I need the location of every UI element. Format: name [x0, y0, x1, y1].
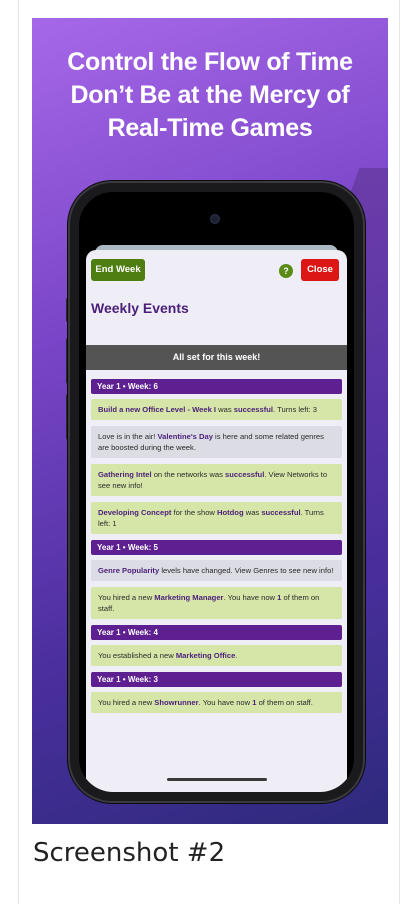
event-highlight: Hotdog	[217, 508, 244, 517]
event-highlight: Marketing Manager	[154, 593, 224, 602]
event-highlight: Marketing Office	[175, 651, 236, 660]
event-highlight: Gathering Intel	[98, 470, 152, 479]
event-item: Genre Popularity levels have changed. Vi…	[91, 560, 342, 581]
camera-icon	[210, 214, 220, 224]
headline-line-2: Don’t Be at the Mercy of	[70, 81, 350, 109]
end-week-button[interactable]: End Week	[91, 259, 145, 281]
headline-line-1: Control the Flow of Time	[67, 48, 353, 76]
phone-screen: End Week ? Close Weekly Events All set f…	[79, 192, 354, 792]
event-highlight: Developing Concept	[98, 508, 172, 517]
event-text: You established a new	[98, 651, 176, 660]
event-item: Developing Concept for the show Hotdog w…	[91, 502, 342, 534]
event-text: .	[235, 651, 238, 660]
close-button[interactable]: Close	[301, 259, 339, 281]
event-text: You hired a new	[98, 593, 155, 602]
event-text: on the networks was	[151, 470, 226, 479]
page-title: Weekly Events	[91, 300, 189, 316]
event-highlight: successful	[261, 508, 301, 517]
help-icon[interactable]: ?	[279, 264, 293, 278]
week-header: Year 1 • Week: 5	[91, 540, 342, 555]
week-header: Year 1 • Week: 4	[91, 625, 342, 640]
event-text: was	[216, 405, 234, 414]
event-item: You hired a new Marketing Manager. You h…	[91, 587, 342, 619]
event-text: . You have now	[223, 593, 278, 602]
event-text: You hired a new	[98, 698, 155, 707]
event-highlight: successful	[225, 470, 265, 479]
event-item: Build a new Office Level - Week I was su…	[91, 399, 342, 420]
event-text: . You have now	[198, 698, 253, 707]
events-feed[interactable]: Year 1 • Week: 6 Build a new Office Level…	[91, 379, 342, 719]
event-text: . Turns left: 3	[273, 405, 317, 414]
event-text: levels have changed. View Genres to see …	[159, 566, 334, 575]
event-item: You hired a new Showrunner. You have now…	[91, 692, 342, 713]
event-item: You established a new Marketing Office.	[91, 645, 342, 666]
screenshot-caption: Screenshot #2	[33, 838, 226, 868]
home-indicator[interactable]	[167, 778, 267, 781]
event-highlight: Showrunner	[154, 698, 199, 707]
event-highlight: successful	[233, 405, 274, 414]
event-item: Gathering Intel on the networks was succ…	[91, 464, 342, 496]
status-banner: All set for this week!	[86, 345, 347, 370]
event-item: Love is in the air! Valentine's Day is h…	[91, 426, 342, 458]
week-header: Year 1 • Week: 3	[91, 672, 342, 687]
event-text: Love is in the air!	[98, 432, 158, 441]
event-highlight: Genre Popularity	[98, 566, 160, 575]
event-text: was	[243, 508, 262, 517]
event-highlight: Build a new Office Level - Week I	[98, 405, 217, 414]
week-header: Year 1 • Week: 6	[91, 379, 342, 394]
event-highlight: Valentine's Day	[157, 432, 213, 441]
event-text: for the show	[171, 508, 218, 517]
weekly-events-sheet: End Week ? Close Weekly Events All set f…	[86, 250, 347, 792]
event-text: of them on staff.	[256, 698, 313, 707]
headline-line-3: Real-Time Games	[107, 114, 313, 142]
phone-frame: End Week ? Close Weekly Events All set f…	[70, 183, 363, 801]
promo-image[interactable]: Control the Flow of Time Don’t Be at the…	[32, 18, 388, 824]
